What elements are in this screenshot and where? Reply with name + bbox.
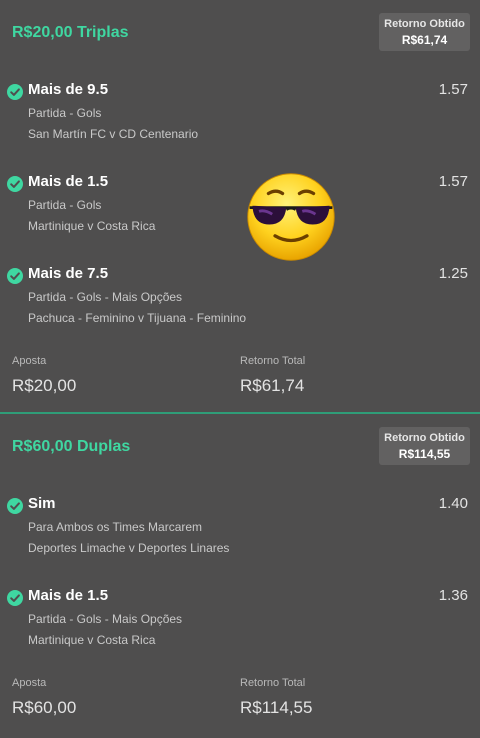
selection-odds: 1.57	[438, 173, 468, 190]
selection-market: Partida - Gols - Mais Opções	[28, 290, 183, 304]
selection-event: Martinique v Costa Rica	[28, 633, 156, 647]
selection-row[interactable]: Mais de 9.5 1.57 Partida - Gols San Mart…	[0, 81, 480, 151]
check-circle-icon	[7, 268, 23, 284]
check-circle-icon	[7, 498, 23, 514]
sunglasses-emoji	[247, 173, 335, 261]
stake-label: Aposta	[12, 355, 47, 367]
selection-name: Mais de 1.5	[28, 587, 109, 604]
bet-card-duplas: R$60,00 Duplas Retorno Obtido R$114,55 S…	[0, 414, 480, 738]
check-circle-icon	[7, 176, 23, 192]
bet-title: R$20,00 Triplas	[12, 24, 129, 41]
return-label: Retorno Obtido	[384, 432, 465, 444]
selection-market: Partida - Gols - Mais Opções	[28, 612, 183, 626]
selection-row[interactable]: Sim 1.40 Para Ambos os Times Marcarem De…	[0, 495, 480, 565]
stake-value: R$20,00	[12, 376, 77, 395]
check-circle-icon	[7, 590, 23, 606]
selection-event: Pachuca - Feminino v Tijuana - Feminino	[28, 311, 247, 325]
selection-market: Partida - Gols	[28, 106, 102, 120]
selection-name: Sim	[28, 495, 56, 512]
return-label: Retorno Obtido	[384, 18, 465, 30]
total-return-label: Retorno Total	[240, 355, 306, 367]
stake-value: R$60,00	[12, 698, 77, 717]
total-return-value: R$114,55	[240, 698, 313, 717]
selection-row[interactable]: Mais de 7.5 1.25 Partida - Gols - Mais O…	[0, 265, 480, 335]
selection-event: San Martín FC v CD Centenario	[28, 127, 199, 141]
selection-name: Mais de 1.5	[28, 173, 109, 190]
selection-market: Partida - Gols	[28, 198, 102, 212]
selection-odds: 1.57	[438, 81, 468, 98]
bet-card-triplas: R$20,00 Triplas Retorno Obtido R$61,74 M…	[0, 0, 480, 412]
total-return-label: Retorno Total	[240, 677, 306, 689]
selection-odds: 1.25	[438, 265, 468, 282]
return-value: R$61,74	[401, 33, 448, 47]
return-value: R$114,55	[398, 447, 451, 461]
selection-event: Deportes Limache v Deportes Linares	[28, 541, 230, 555]
selection-odds: 1.40	[438, 495, 468, 512]
stake-label: Aposta	[12, 677, 47, 689]
selection-odds: 1.36	[438, 587, 468, 604]
return-badge: Retorno Obtido R$114,55	[379, 427, 470, 465]
return-badge: Retorno Obtido R$61,74	[379, 13, 470, 51]
total-return-value: R$61,74	[240, 376, 305, 395]
selection-row[interactable]: Mais de 1.5 1.57 Partida - Gols Martiniq…	[0, 173, 480, 243]
check-circle-icon	[7, 84, 23, 100]
selection-name: Mais de 7.5	[28, 265, 109, 282]
selection-name: Mais de 9.5	[28, 81, 109, 98]
selection-row[interactable]: Mais de 1.5 1.36 Partida - Gols - Mais O…	[0, 587, 480, 657]
selection-market: Para Ambos os Times Marcarem	[28, 520, 203, 534]
selection-event: Martinique v Costa Rica	[28, 219, 156, 233]
bet-title: R$60,00 Duplas	[12, 438, 131, 455]
